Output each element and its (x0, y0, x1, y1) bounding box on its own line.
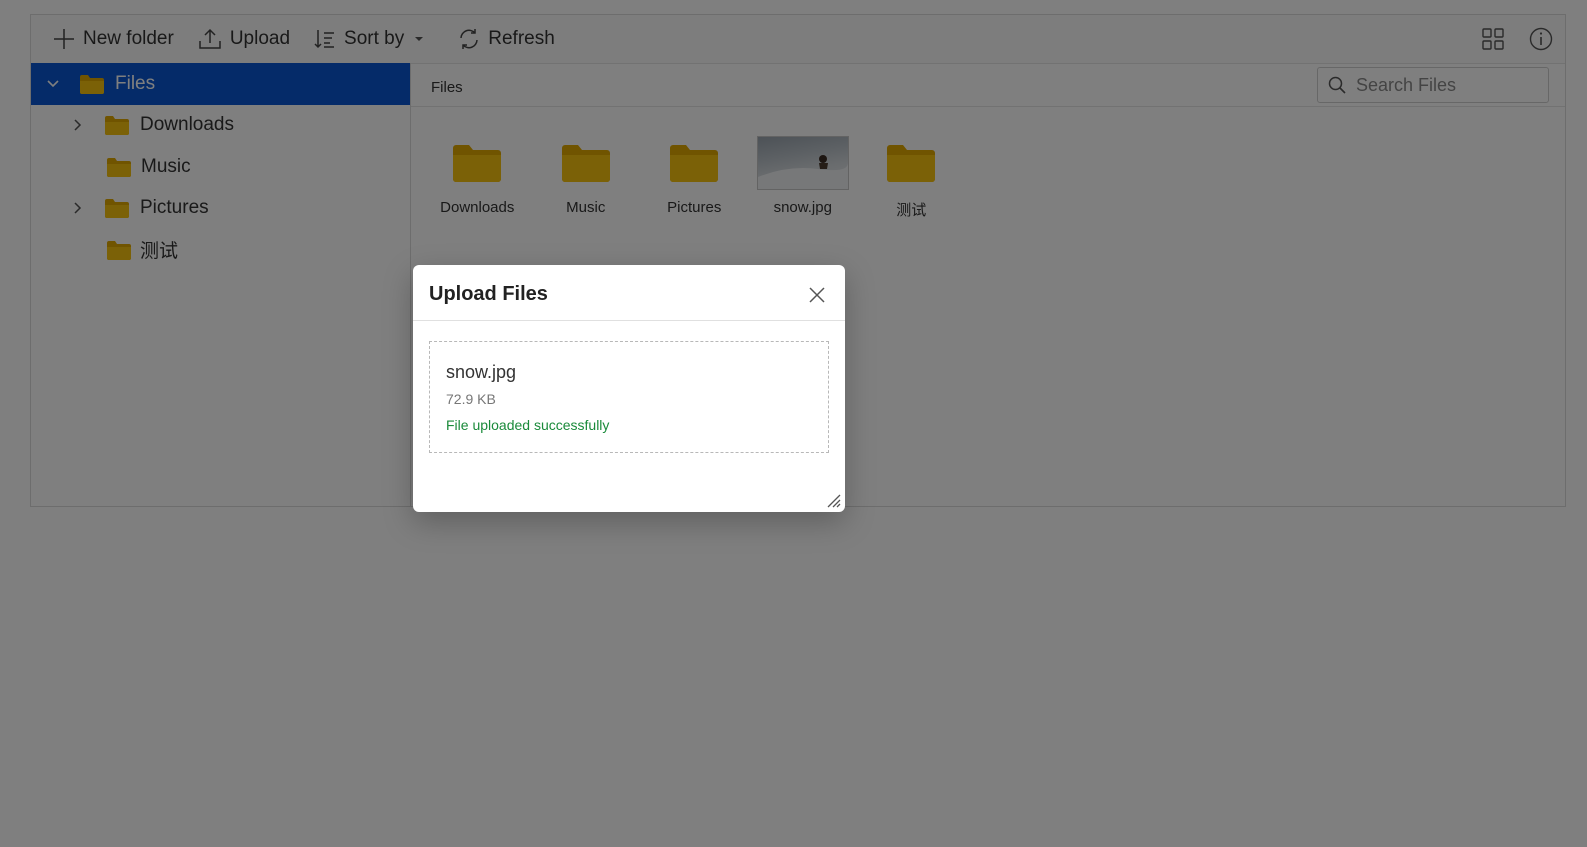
upload-status: File uploaded successfully (446, 417, 610, 433)
dialog-header: Upload Files (413, 265, 845, 321)
dialog-title: Upload Files (429, 283, 548, 305)
uploaded-file-size: 72.9 KB (446, 391, 496, 407)
uploaded-file-name: snow.jpg (446, 362, 517, 382)
close-icon[interactable] (807, 285, 827, 305)
resize-handle-icon[interactable] (825, 492, 841, 508)
upload-dialog: Upload Files snow.jpg 72.9 KB File uploa… (413, 265, 845, 512)
upload-file-item: snow.jpg 72.9 KB File uploaded successfu… (429, 341, 829, 453)
